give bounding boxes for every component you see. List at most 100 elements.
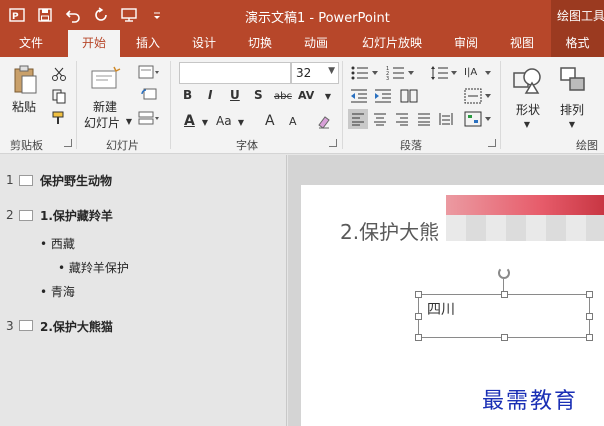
new-slide-dropdown-icon[interactable]: ▼ <box>124 114 134 128</box>
clear-formatting-icon[interactable] <box>314 112 334 132</box>
save-icon[interactable] <box>34 4 56 26</box>
bold-button[interactable]: B <box>183 88 192 102</box>
text-direction-icon[interactable]: I|A <box>462 63 494 83</box>
new-slide-label-2[interactable]: 幻灯片 <box>84 114 120 131</box>
watermark-text: 最需教育 <box>482 389 579 414</box>
bullets-icon[interactable] <box>348 63 382 83</box>
font-color-button[interactable]: A <box>184 113 195 129</box>
strikethrough-button[interactable]: abc <box>274 91 292 102</box>
outline-slide-title[interactable]: 1.保护藏羚羊 <box>40 207 113 224</box>
resize-handle-bottom[interactable] <box>501 334 508 341</box>
align-right-icon[interactable] <box>392 109 412 129</box>
font-group-label: 字体 <box>236 139 258 152</box>
font-launcher-icon[interactable] <box>329 139 337 147</box>
justify-icon[interactable] <box>414 109 434 129</box>
slide-thumbnail-icon[interactable] <box>19 320 33 331</box>
slide-thumbnail-icon[interactable] <box>19 210 33 221</box>
format-painter-icon[interactable] <box>48 109 70 127</box>
resize-handle-right[interactable] <box>586 313 593 320</box>
ribbon-tabs: 文件 开始 插入 设计 切换 动画 幻灯片放映 审阅 视图 格式 <box>0 30 604 57</box>
decrease-font-size-button[interactable]: A <box>289 115 297 128</box>
powerpoint-logo-icon[interactable]: P <box>6 4 28 26</box>
resize-handle-bottom-left[interactable] <box>415 334 422 341</box>
resize-handle-top-right[interactable] <box>586 291 593 298</box>
outline-bullet[interactable]: • 青海 <box>40 283 75 300</box>
quick-access-toolbar: P <box>6 4 168 26</box>
resize-handle-left[interactable] <box>415 313 422 320</box>
copy-icon[interactable] <box>48 87 70 105</box>
columns-icon[interactable] <box>398 86 420 106</box>
slide-thumbnail-icon[interactable] <box>19 175 33 186</box>
shapes-label[interactable]: 形状 <box>516 101 540 118</box>
arrange-icon[interactable] <box>556 63 590 97</box>
slide-number: 2 <box>6 208 14 222</box>
tab-animations[interactable]: 动画 <box>296 30 336 57</box>
outline-bullet-text: 藏羚羊保护 <box>68 261 129 275</box>
paste-label[interactable]: 粘贴 <box>12 98 36 115</box>
font-color-dropdown-icon[interactable]: ▼ <box>200 115 210 129</box>
change-case-dropdown-icon[interactable]: ▼ <box>236 115 246 129</box>
clipboard-launcher-icon[interactable] <box>64 139 72 147</box>
text-shadow-button[interactable]: S <box>254 88 263 102</box>
increase-font-size-button[interactable]: A <box>265 113 275 129</box>
text-box-content[interactable]: 四川 <box>427 299 455 319</box>
start-from-beginning-icon[interactable] <box>118 4 140 26</box>
change-case-button[interactable]: Aa <box>216 114 232 128</box>
resize-handle-top[interactable] <box>501 291 508 298</box>
decrease-indent-icon[interactable] <box>348 86 370 106</box>
numbering-icon[interactable]: 123 <box>384 63 418 83</box>
paste-icon[interactable] <box>10 63 40 97</box>
smartart-icon[interactable] <box>462 109 494 129</box>
shapes-icon[interactable] <box>510 63 546 97</box>
italic-button[interactable]: I <box>208 88 212 102</box>
tab-home[interactable]: 开始 <box>68 30 120 57</box>
outline-bullet[interactable]: • 藏羚羊保护 <box>58 259 129 276</box>
tab-format[interactable]: 格式 <box>551 30 604 57</box>
customize-qat-icon[interactable] <box>146 4 168 26</box>
arrange-dropdown-icon[interactable]: ▼ <box>567 117 577 131</box>
slide-number: 3 <box>6 319 14 333</box>
svg-text:I|A: I|A <box>464 67 477 78</box>
layout-icon[interactable] <box>136 63 162 81</box>
character-spacing-dropdown-icon[interactable]: ▼ <box>323 89 333 103</box>
character-spacing-button[interactable]: AV <box>298 89 314 102</box>
new-slide-label-1[interactable]: 新建 <box>93 98 117 115</box>
resize-handle-bottom-right[interactable] <box>586 334 593 341</box>
redo-icon[interactable] <box>90 4 112 26</box>
align-left-icon[interactable] <box>348 109 368 129</box>
shapes-dropdown-icon[interactable]: ▼ <box>522 117 532 131</box>
outline-pane[interactable]: 1 保护野生动物 2 1.保护藏羚羊 • 西藏 • 藏羚羊保护 • 青海 3 2… <box>0 155 287 426</box>
font-size-value: 32 <box>296 66 312 80</box>
outline-bullet[interactable]: • 西藏 <box>40 235 75 252</box>
slide-title[interactable]: 2.保护大熊 <box>340 216 439 245</box>
resize-handle-top-left[interactable] <box>415 291 422 298</box>
outline-bullet-text: 西藏 <box>50 237 75 251</box>
arrange-label[interactable]: 排列 <box>560 101 584 118</box>
outline-slide-title[interactable]: 保护野生动物 <box>40 172 112 189</box>
tab-view[interactable]: 视图 <box>502 30 542 57</box>
font-name-combobox[interactable] <box>179 62 291 84</box>
font-size-dropdown-icon[interactable]: ▼ <box>328 66 335 76</box>
section-icon[interactable] <box>136 109 162 127</box>
increase-indent-icon[interactable] <box>372 86 394 106</box>
tab-slide-show[interactable]: 幻灯片放映 <box>352 30 432 57</box>
rotation-handle-icon[interactable] <box>498 267 510 279</box>
font-size-combobox[interactable]: 32 ▼ <box>291 62 339 84</box>
tab-insert[interactable]: 插入 <box>128 30 168 57</box>
undo-icon[interactable] <box>62 4 84 26</box>
new-slide-icon[interactable] <box>88 63 124 93</box>
align-text-icon[interactable] <box>462 86 494 106</box>
tab-design[interactable]: 设计 <box>184 30 224 57</box>
cut-icon[interactable] <box>48 65 70 83</box>
tab-review[interactable]: 审阅 <box>446 30 486 57</box>
distributed-icon[interactable] <box>436 109 456 129</box>
align-center-icon[interactable] <box>370 109 390 129</box>
tab-transitions[interactable]: 切换 <box>240 30 280 57</box>
paragraph-launcher-icon[interactable] <box>488 139 496 147</box>
tab-file[interactable]: 文件 <box>8 30 54 57</box>
reset-icon[interactable] <box>136 86 162 104</box>
line-spacing-icon[interactable] <box>428 63 460 83</box>
text-box[interactable]: 四川 <box>415 291 593 341</box>
outline-slide-title[interactable]: 2.保护大熊猫 <box>40 318 113 335</box>
underline-button[interactable]: U <box>230 88 240 102</box>
